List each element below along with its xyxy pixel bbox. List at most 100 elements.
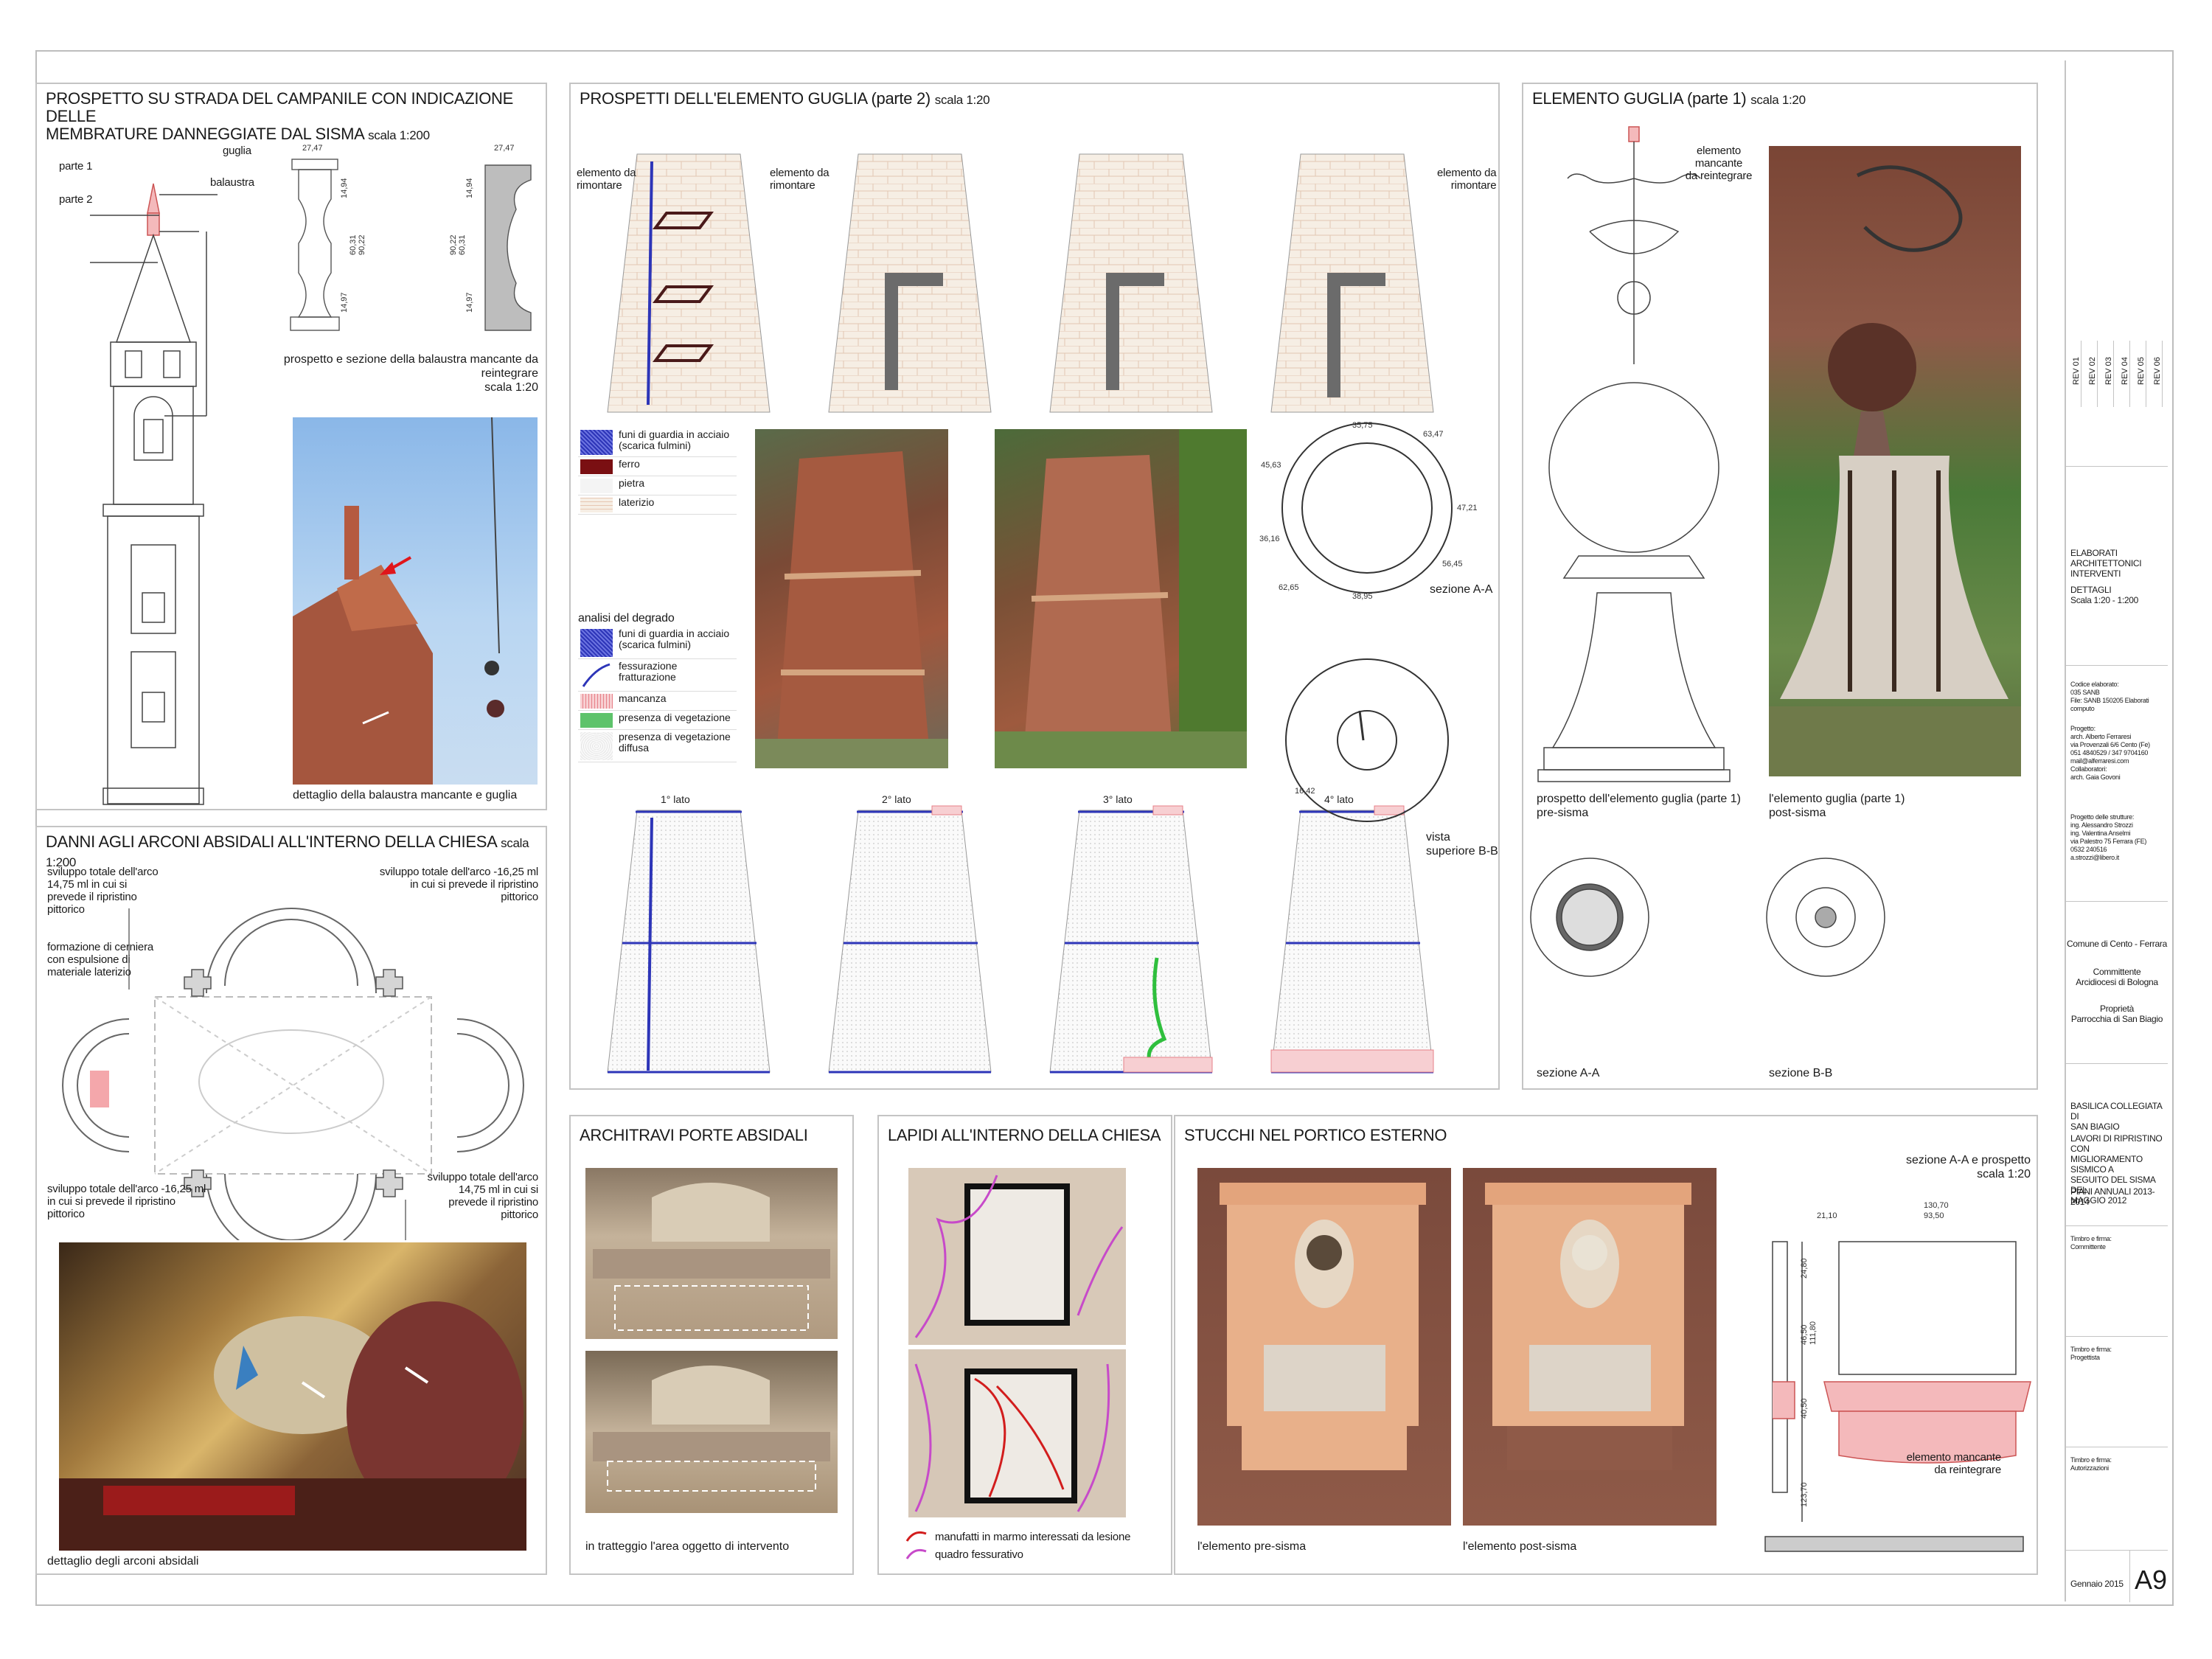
svg-text:21,10: 21,10 <box>1817 1211 1837 1220</box>
panel-lapidi: LAPIDI ALL'INTERNO DELLA CHIESA manufatt… <box>877 1115 1172 1575</box>
note-top-left: sviluppo totale dell'arco 14,75 ml in cui… <box>47 866 159 916</box>
svg-text:90,22: 90,22 <box>449 234 458 255</box>
revision-divider <box>2129 341 2130 407</box>
panel-arconi: DANNI AGLI ARCONI ABSIDALI ALL'INTERNO D… <box>35 826 547 1575</box>
basilica: BASILICA COLLEGIATA DI SAN BIAGIO <box>2070 1101 2162 1132</box>
svg-text:14,94: 14,94 <box>340 178 349 198</box>
note-bottom-left: sviluppo totale dell'arco -16,25 ml in cu… <box>47 1183 206 1220</box>
date: Gennaio 2015 <box>2070 1579 2124 1589</box>
photo-stucco-pre <box>1197 1168 1451 1526</box>
svg-text:36,16: 36,16 <box>1259 535 1280 543</box>
note-bottom-right: sviluppo totale dell'arco 14,75 ml in cui… <box>427 1171 539 1221</box>
panel-architravi: ARCHITRAVI PORTE ABSIDALI in tratteggio … <box>569 1115 854 1575</box>
timbro-autorizzazioni: Timbro e firma: Autorizzazioni <box>2070 1456 2112 1472</box>
elevations-svg: 1° lato2° lato3° lato4° lato <box>607 153 1434 413</box>
revision-divider <box>2113 341 2114 407</box>
svg-text:14,97: 14,97 <box>340 292 349 313</box>
legend-degrado: funi di guardia in acciaio (scarica fulm… <box>578 627 737 767</box>
svg-text:63,47: 63,47 <box>1423 430 1444 439</box>
svg-text:45,63: 45,63 <box>1261 461 1281 470</box>
panel-stucchi: STUCCHI NEL PORTICO ESTERNO l'elemento p… <box>1174 1115 2038 1575</box>
svg-text:130,70: 130,70 <box>1924 1201 1949 1210</box>
panel-campanile: PROSPETTO SU STRADA DEL CAMPANILE CON IN… <box>35 83 547 810</box>
progetto: Progetto: arch. Alberto Ferraresi via Prov… <box>2070 725 2150 781</box>
revision-label: REV 04 <box>2121 357 2129 385</box>
label-guglia: guglia <box>223 145 251 157</box>
side-label: 1° lato <box>661 793 690 805</box>
label-sezione-aa: sezione A-A <box>1430 583 1493 596</box>
svg-text:27,47: 27,47 <box>302 144 323 153</box>
photo-architrave-1 <box>585 1168 838 1339</box>
svg-text:62,65: 62,65 <box>1279 583 1299 592</box>
label-elem-mid: elemento da rimontare <box>770 167 830 192</box>
revision-divider <box>2097 341 2098 407</box>
revision-label: REV 02 <box>2088 357 2097 385</box>
svg-text:14,94: 14,94 <box>465 178 474 198</box>
sheet-number: A9 <box>2135 1565 2168 1595</box>
revision-label: REV 06 <box>2153 357 2162 385</box>
ring-section-drawing: 35,75 63,47 45,63 47,21 36,16 56,45 38,9… <box>1259 421 1478 822</box>
label-elem-left: elemento da rimontare <box>577 167 636 192</box>
photo-lapide-2 <box>908 1349 1126 1517</box>
caption-stucco-pre: l'elemento pre-sisma <box>1197 1540 1307 1553</box>
label-sez-bb: sezione B-B <box>1769 1067 1833 1079</box>
caption-presisma: prospetto dell'elemento guglia (parte 1)… <box>1537 793 1741 819</box>
legend-lapidi: manufatti in marmo interessati da lesion… <box>905 1529 1164 1565</box>
elevation-side-2: 2° lato <box>828 153 992 413</box>
elevation-side-1: 1° lato <box>607 793 771 1074</box>
photo-arches <box>59 1242 526 1551</box>
label-parte1: parte 1 <box>59 160 93 173</box>
revision-label: REV 03 <box>2104 357 2113 385</box>
caption-architravi: in tratteggio l'area oggetto di interven… <box>585 1540 790 1553</box>
photo-caption-arches: dettaglio degli arconi absidali <box>47 1555 199 1568</box>
label-stucco-mancante: elemento mancante da reintegrare <box>1906 1451 2002 1476</box>
panel-title: PROSPETTI DELL'ELEMENTO GUGLIA (parte 2)… <box>580 89 990 108</box>
revisions: REV 01 REV 02 REV 03 REV 04 REV 05 REV 06 <box>2066 60 2168 407</box>
svg-text:90,22: 90,22 <box>358 234 366 255</box>
label-sez-aa: sezione A-A <box>1537 1067 1600 1079</box>
elab-title: ELABORATI ARCHITETTONICI INTERVENTI <box>2070 548 2142 579</box>
side-label: 2° lato <box>882 793 911 805</box>
panel-title: ARCHITRAVI PORTE ABSIDALI <box>580 1126 808 1144</box>
note-mid-left: formazione di cerniera con espulsione di m… <box>47 941 154 978</box>
caption-postsisma: l'elemento guglia (parte 1) post-sisma <box>1769 793 1905 819</box>
elevation-side-3: 3° lato <box>1049 153 1213 413</box>
committente: Committente Arcidiocesi di Bologna <box>2076 967 2158 987</box>
svg-text:60,31: 60,31 <box>458 234 467 255</box>
photo-spire-part1 <box>1769 146 2021 776</box>
label-elem-mancante: elemento mancante da reintegrare <box>1685 145 1753 182</box>
svg-text:24,80: 24,80 <box>1800 1258 1809 1279</box>
codice: Codice elaborato: 035 SANB File: SANB 1502… <box>2070 681 2149 712</box>
comune: Comune di Cento - Ferrara <box>2067 939 2167 949</box>
photo-stucco-post <box>1463 1168 1717 1526</box>
revision-label: REV 01 <box>2072 357 2081 385</box>
proprieta: Proprietà Parrocchia di San Biagio <box>2070 1004 2163 1024</box>
svg-text:35,75: 35,75 <box>1352 421 1373 430</box>
caption-stucco-post: l'elemento post-sisma <box>1463 1540 1577 1553</box>
legend-materials: funi di guardia in acciaio (scarica fulm… <box>578 428 737 524</box>
label-vista: vista superiore B-B <box>1426 831 1498 858</box>
timbro-committente: Timbro e firma: Committente <box>2070 1235 2112 1251</box>
svg-text:56,45: 56,45 <box>1442 560 1463 568</box>
photo-lapide-1 <box>908 1168 1126 1345</box>
svg-text:38,95: 38,95 <box>1352 592 1373 601</box>
svg-text:60,31: 60,31 <box>349 234 358 255</box>
label-sezione-stucchi: sezione A-A e prospetto scala 1:20 <box>1906 1154 2031 1180</box>
title-block: REV 01 REV 02 REV 03 REV 04 REV 05 REV 06 ELA… <box>2065 60 2168 1602</box>
balaustra-caption: prospetto e sezione della balaustra manc… <box>283 353 538 394</box>
svg-text:40,50: 40,50 <box>1800 1398 1809 1419</box>
panel-guglia-parte2: PROSPETTI DELL'ELEMENTO GUGLIA (parte 2)… <box>569 83 1500 1090</box>
svg-text:47,21: 47,21 <box>1457 504 1478 512</box>
photo-tower-detail <box>293 417 538 785</box>
svg-text:111,80: 111,80 <box>1809 1321 1818 1345</box>
dettagli: DETTAGLI Scala 1:20 - 1:200 <box>2070 585 2139 605</box>
svg-text:123,70: 123,70 <box>1800 1482 1809 1507</box>
label-balaustra: balaustra <box>210 176 254 189</box>
photo-architrave-2 <box>585 1351 838 1513</box>
photo-caption-tower: dettaglio della balaustra mancante e gug… <box>293 789 518 801</box>
panel-title: STUCCHI NEL PORTICO ESTERNO <box>1184 1126 1447 1144</box>
panel-title: LAPIDI ALL'INTERNO DELLA CHIESA <box>888 1126 1161 1144</box>
elevation-side-2: 2° lato <box>828 793 992 1074</box>
stucco-section-drawing: 130,70 93,50 21,10 24,80 46,50 111,80 40… <box>1764 1201 2031 1552</box>
svg-text:14,97: 14,97 <box>465 292 474 313</box>
